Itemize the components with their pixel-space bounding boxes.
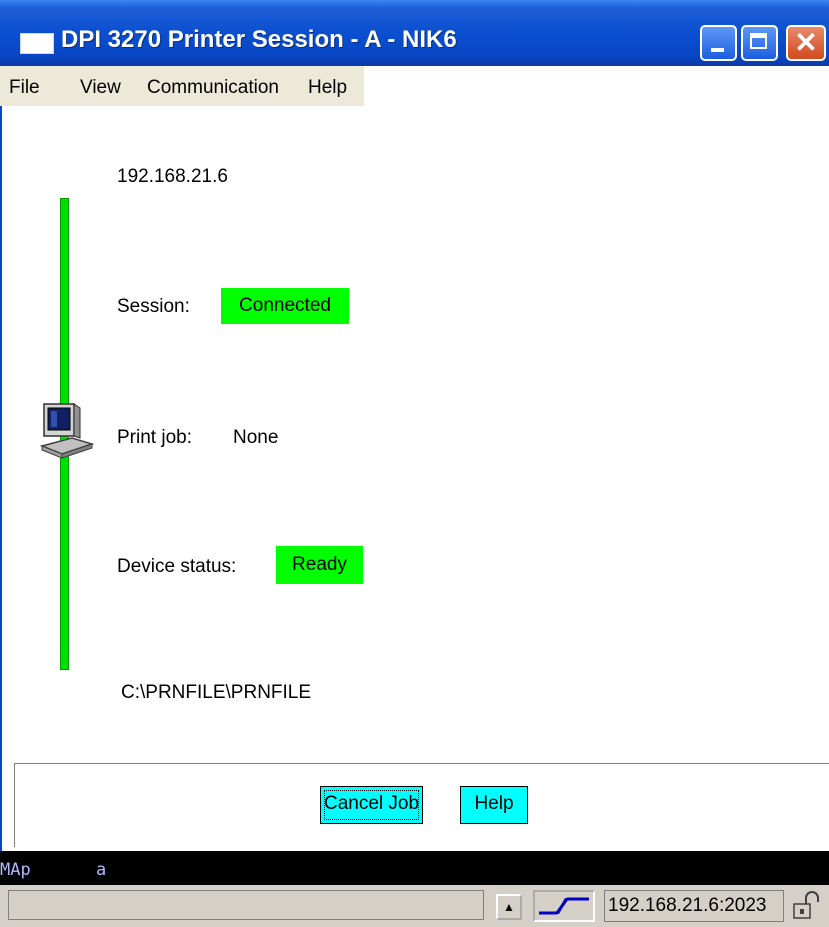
app-window-icon: [20, 33, 54, 54]
device-status-label: Device status:: [117, 556, 237, 577]
menu-bar: File View Communication Help: [0, 66, 829, 106]
close-button[interactable]: ✕: [786, 25, 826, 61]
status-right-text: a: [96, 860, 107, 880]
output-path: C:\PRNFILE\PRNFILE: [121, 682, 312, 703]
menu-view[interactable]: View: [80, 77, 121, 99]
status-left-text: MAp: [0, 860, 31, 880]
minimize-button[interactable]: [700, 25, 737, 61]
cancel-job-button[interactable]: Cancel Job: [320, 786, 423, 824]
window-title: DPI 3270 Printer Session - A - NIK6: [61, 26, 457, 53]
host-address-field: 192.168.21.6:2023: [604, 890, 784, 922]
help-button[interactable]: Help: [460, 786, 528, 824]
link-bolt-icon: [539, 897, 589, 915]
unlock-icon[interactable]: [790, 890, 824, 922]
arrow-up-icon: ▲: [503, 900, 515, 914]
device-status-badge: Ready: [276, 546, 363, 584]
computer-icon: [39, 403, 95, 459]
menu-file[interactable]: File: [9, 77, 40, 99]
title-bar[interactable]: DPI 3270 Printer Session - A - NIK6 ✕: [0, 0, 829, 66]
print-job-value: None: [233, 427, 279, 448]
host-ip: 192.168.21.6: [117, 166, 228, 187]
maximize-button[interactable]: [741, 25, 778, 61]
window-left-border: [0, 106, 2, 851]
menu-help[interactable]: Help: [308, 77, 347, 99]
terminal-status-line: MAp a: [0, 851, 829, 885]
session-status-badge: Connected: [221, 288, 349, 324]
scroll-up-button[interactable]: ▲: [496, 894, 522, 920]
menu-communication[interactable]: Communication: [147, 77, 279, 99]
session-label: Session:: [117, 296, 190, 317]
connection-indicator: [533, 890, 595, 922]
close-icon: ✕: [794, 27, 818, 58]
print-job-label: Print job:: [117, 427, 192, 448]
status-field: [8, 890, 484, 920]
